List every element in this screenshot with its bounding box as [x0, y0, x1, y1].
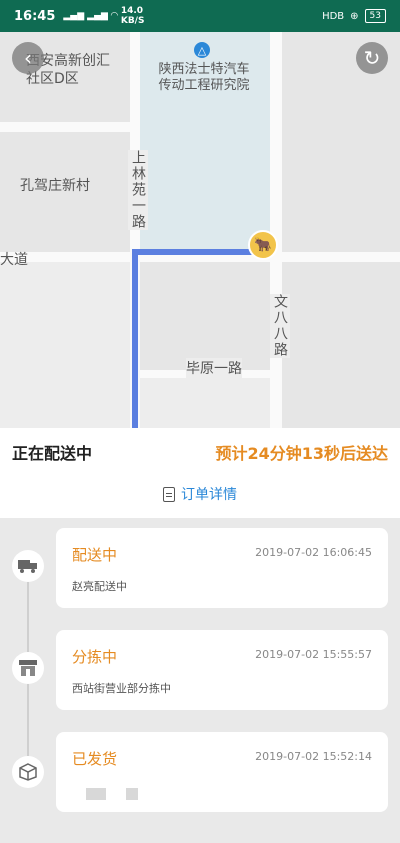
store-icon — [12, 652, 44, 684]
redacted-text — [86, 788, 106, 800]
delivery-status-panel: 正在配送中 预计24分钟13秒后送达 订单详情 — [0, 428, 400, 518]
truck-icon — [12, 550, 44, 582]
timeline-title: 配送中 — [72, 546, 118, 564]
status-bar: 16:45 ▂▄▆ ▂▄▆ ◠ 14.0 KB/S HDB ⊕ 53 — [0, 0, 400, 32]
road — [0, 122, 130, 132]
tracking-timeline: 配送中 2019-07-02 16:06:45 赵亮配送中 分拣中 2019-0… — [0, 518, 400, 843]
hd-icon: HDB — [322, 10, 345, 22]
status-time: 16:45 — [14, 8, 56, 24]
timeline-desc: 赵亮配送中 — [72, 580, 127, 593]
map-block — [140, 262, 270, 372]
timeline-time: 2019-07-02 15:52:14 — [255, 750, 372, 763]
road — [270, 32, 282, 428]
timeline-title: 已发货 — [72, 750, 118, 768]
road-label-4: 毕原一路 — [186, 358, 242, 378]
road-label-2: 大道 — [0, 252, 28, 268]
village-label: 孔驾庄新村 — [20, 178, 90, 194]
back-button[interactable]: ‹ — [12, 42, 44, 74]
signal-icon-2: ▂▄▆ — [87, 11, 108, 21]
road-label-3: 文八八路 — [270, 294, 290, 358]
timeline-card: 已发货 2019-07-02 15:52:14 — [56, 732, 388, 812]
order-detail-link[interactable]: 订单详情 — [0, 484, 400, 504]
timeline-desc: 西站街营业部分拣中 — [72, 682, 171, 695]
poi-icon: △ — [194, 42, 210, 58]
poi-label: 陕西法士特汽车传动工程研究院 — [158, 62, 250, 93]
courier-avatar-icon: 🐂 — [248, 230, 278, 260]
redacted-text — [126, 788, 138, 800]
signal-icons: ▂▄▆ ▂▄▆ ◠ 14.0 KB/S — [63, 6, 144, 26]
lock-icon: ⊕ — [350, 10, 359, 22]
status-left: 16:45 ▂▄▆ ▂▄▆ ◠ 14.0 KB/S — [14, 6, 144, 26]
timeline-card: 配送中 2019-07-02 16:06:45 赵亮配送中 — [56, 528, 388, 608]
timeline-time: 2019-07-02 15:55:57 — [255, 648, 372, 661]
road-label-1: 上林苑一路 — [128, 150, 148, 230]
timeline-title: 分拣中 — [72, 648, 118, 666]
map-block — [282, 262, 400, 428]
box-icon — [12, 756, 44, 788]
network-speed: 14.0 KB/S — [120, 6, 145, 26]
wifi-icon: ◠ — [110, 11, 118, 21]
battery-icon: 53 — [364, 9, 386, 23]
eta-text: 预计24分钟13秒后送达 — [215, 444, 388, 463]
document-icon — [163, 486, 175, 502]
timeline-card: 分拣中 2019-07-02 15:55:57 西站街营业部分拣中 — [56, 630, 388, 710]
map-view[interactable]: 西安高新创汇社区D区 △ 陕西法士特汽车传动工程研究院 孔驾庄新村 上林苑一路 … — [0, 32, 400, 428]
status-right: HDB ⊕ 53 — [322, 9, 386, 23]
timeline-time: 2019-07-02 16:06:45 — [255, 546, 372, 559]
refresh-button[interactable]: ↻ — [356, 42, 388, 74]
signal-icon: ▂▄▆ — [63, 11, 85, 21]
delivery-status-title: 正在配送中 — [12, 444, 93, 463]
order-detail-label: 订单详情 — [181, 487, 237, 503]
